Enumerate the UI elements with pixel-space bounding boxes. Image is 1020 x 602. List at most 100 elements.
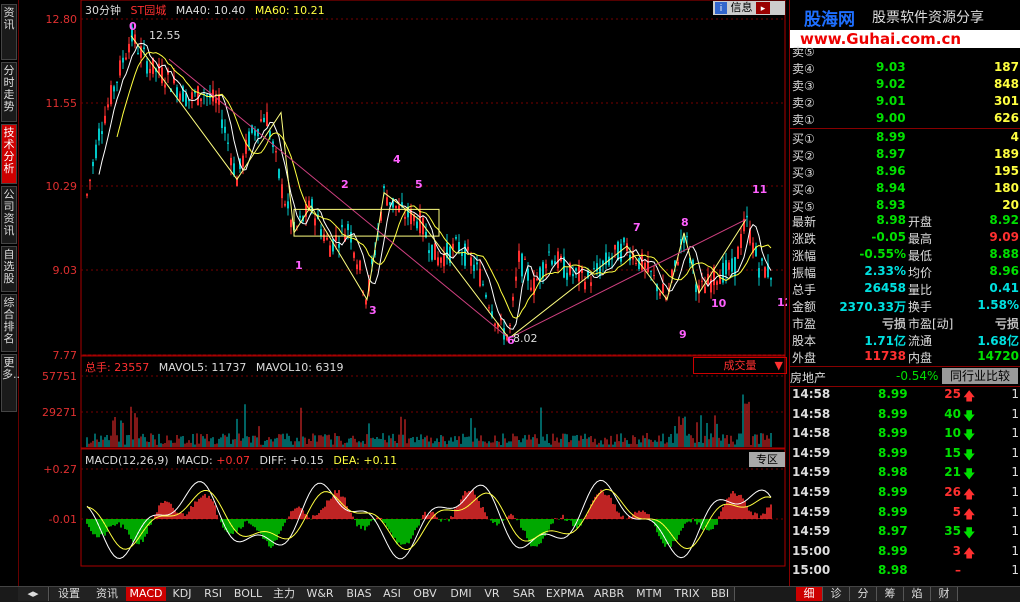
bottom-tab--6[interactable]: 主力 xyxy=(268,587,301,601)
candle-body xyxy=(146,61,148,74)
candle-body xyxy=(701,280,703,282)
order-price: 9.02 xyxy=(876,77,906,91)
bottom-tab-trix-17[interactable]: TRIX xyxy=(668,587,707,601)
bottom-tab-mtm-16[interactable]: MTM xyxy=(630,587,669,601)
stat-value: 1.71亿 xyxy=(864,334,906,348)
orderbook-row[interactable]: 买④ 8.94 180 xyxy=(790,180,1020,197)
left-tab-1[interactable]: 分时走势 xyxy=(1,62,17,122)
candle-body xyxy=(104,115,106,124)
wave-label: 7 xyxy=(633,221,641,234)
bottom-tab-asi-9[interactable]: ASI xyxy=(378,587,407,601)
bottom-tab-wr-7[interactable]: W&R xyxy=(300,587,341,601)
wave-zigzag-line xyxy=(130,35,747,340)
stat-value-2: 9.09 xyxy=(989,230,1019,244)
bottom-tab-rsi-4[interactable]: RSI xyxy=(198,587,229,601)
candle-body xyxy=(731,258,733,272)
bottom-tab-expma-14[interactable]: EXPMA xyxy=(542,587,589,601)
bottom-tab-obv-10[interactable]: OBV xyxy=(406,587,445,601)
tick-row[interactable]: 15:00 8.98 – 1 xyxy=(790,562,1020,581)
bottom-tab-vr-12[interactable]: VR xyxy=(478,587,507,601)
candle-body xyxy=(233,163,235,176)
kline-chart[interactable]: 12.80 11.55 10.29 9.03 7.77 57751 29271 +0.27 -0… xyxy=(19,0,792,582)
info-icon[interactable]: i xyxy=(715,2,727,14)
order-price: 8.97 xyxy=(876,147,906,161)
left-tab-2[interactable]: 技术分析 xyxy=(1,124,17,184)
zone-button[interactable]: 专区 xyxy=(749,452,785,467)
right-tab-5[interactable]: 财 xyxy=(931,587,958,601)
left-tab-5[interactable]: 综合排名 xyxy=(1,294,17,352)
stat-value-2: 亏损 xyxy=(994,317,1019,331)
candle-body xyxy=(644,262,646,269)
macd-value: +0.07 xyxy=(216,454,250,467)
orderbook-row[interactable]: 买③ 8.96 195 xyxy=(790,163,1020,180)
peer-compare-button[interactable]: 同行业比较 xyxy=(942,368,1018,384)
tick-row[interactable]: 14:59 8.97 35 🡇 1 xyxy=(790,523,1020,542)
tick-count: 1 xyxy=(1011,524,1019,539)
tick-row[interactable]: 14:59 8.99 5 🡅 1 xyxy=(790,504,1020,523)
right-tab-0[interactable]: 细 xyxy=(796,587,823,601)
close-icon[interactable]: ▸ xyxy=(756,2,770,14)
right-tab-4[interactable]: 焰 xyxy=(904,587,931,601)
left-tab-3[interactable]: 公司资讯 xyxy=(1,186,17,244)
bottom-tab-kdj-3[interactable]: KDJ xyxy=(166,587,199,601)
orderbook-row[interactable]: 买① 8.99 4 xyxy=(790,129,1020,146)
candle-body xyxy=(539,267,541,281)
bottom-tab-macd-2[interactable]: MACD xyxy=(126,587,167,601)
tick-row[interactable]: 14:59 8.99 26 🡅 1 xyxy=(790,484,1020,503)
info-label[interactable]: 信息 xyxy=(731,1,753,14)
left-tab-6[interactable]: 更多.. xyxy=(1,354,20,412)
candle-body xyxy=(461,252,463,256)
tick-row[interactable]: 14:59 8.98 21 🡇 1 xyxy=(790,464,1020,483)
orderbook-row[interactable]: 买② 8.97 189 xyxy=(790,146,1020,163)
ma40-value: 10.40 xyxy=(213,4,246,17)
scroll-arrows-icon[interactable]: ◂▸ xyxy=(18,587,49,601)
bottom-tab-dmi-11[interactable]: DMI xyxy=(444,587,479,601)
orderbook-row[interactable]: 卖④ 9.03 187 xyxy=(790,59,1020,76)
tick-row[interactable]: 14:58 8.99 10 🡇 1 xyxy=(790,425,1020,444)
orderbook-row[interactable]: 卖① 9.00 626 xyxy=(790,110,1020,127)
candle-body xyxy=(86,194,88,196)
order-price: 8.93 xyxy=(876,198,906,212)
bottom-tab-bias-8[interactable]: BIAS xyxy=(340,587,379,601)
right-tab-2[interactable]: 分 xyxy=(850,587,877,601)
bottom-tab-boll-5[interactable]: BOLL xyxy=(228,587,269,601)
candle-body xyxy=(518,250,520,262)
tick-row[interactable]: 14:58 8.99 40 🡇 1 xyxy=(790,406,1020,425)
price-axis-label: 12.80 xyxy=(46,13,78,26)
site-logo: 股海网 股票软件资源分享 xyxy=(790,0,1020,30)
candle-body xyxy=(473,264,475,271)
orderbook-row[interactable]: 卖③ 9.02 848 xyxy=(790,76,1020,93)
tick-time: 15:00 xyxy=(792,563,831,578)
period-label[interactable]: 30分钟 xyxy=(85,4,121,17)
right-tab-1[interactable]: 诊 xyxy=(823,587,850,601)
stat-value: -0.55% xyxy=(859,247,906,261)
candle-body xyxy=(485,294,487,298)
orderbook-row[interactable]: 卖② 9.01 301 xyxy=(790,93,1020,110)
indicator-dropdown[interactable]: 成交量 ▼ xyxy=(693,357,787,374)
tick-time: 14:58 xyxy=(792,387,831,401)
tick-volume: 35 xyxy=(944,524,961,539)
orderbook-row[interactable]: 卖⑤ xyxy=(790,42,1020,59)
price-axis-label: 11.55 xyxy=(46,97,78,110)
tick-row[interactable]: 15:00 8.99 3 🡅 1 xyxy=(790,543,1020,562)
tick-row[interactable]: 14:58 8.99 25 🡅 1 xyxy=(790,386,1020,405)
bottom-tab-bbi-18[interactable]: BBI xyxy=(706,587,735,601)
right-tab-3[interactable]: 筹 xyxy=(877,587,904,601)
bottom-tab--0[interactable]: 设置 xyxy=(50,587,89,601)
order-volume: 180 xyxy=(993,181,1019,195)
tick-price: 8.99 xyxy=(878,426,908,441)
tick-list: 14:58 8.99 25 🡅 1 14:58 8.99 40 🡇 1 14:58 8.99 10 🡇 1 1… xyxy=(790,386,1020,586)
tick-volume: 40 xyxy=(944,406,961,421)
tick-row[interactable]: 14:59 8.99 15 🡇 1 xyxy=(790,445,1020,464)
left-tab-4[interactable]: 自选股 xyxy=(1,246,17,292)
tick-time: 14:59 xyxy=(792,465,831,480)
left-tab-0[interactable]: 资讯 xyxy=(1,4,17,60)
bottom-tab--1[interactable]: 资讯 xyxy=(88,587,127,601)
candle-body xyxy=(467,246,469,251)
tick-price: 8.99 xyxy=(878,406,908,421)
chart-area: 12.80 11.55 10.29 9.03 7.77 57751 29271 +0.27 -0… xyxy=(19,0,792,582)
bottom-tab-sar-13[interactable]: SAR xyxy=(506,587,543,601)
wave-label: 10 xyxy=(711,297,727,310)
stat-label: 外盘 xyxy=(792,351,817,365)
bottom-tab-arbr-15[interactable]: ARBR xyxy=(588,587,631,601)
